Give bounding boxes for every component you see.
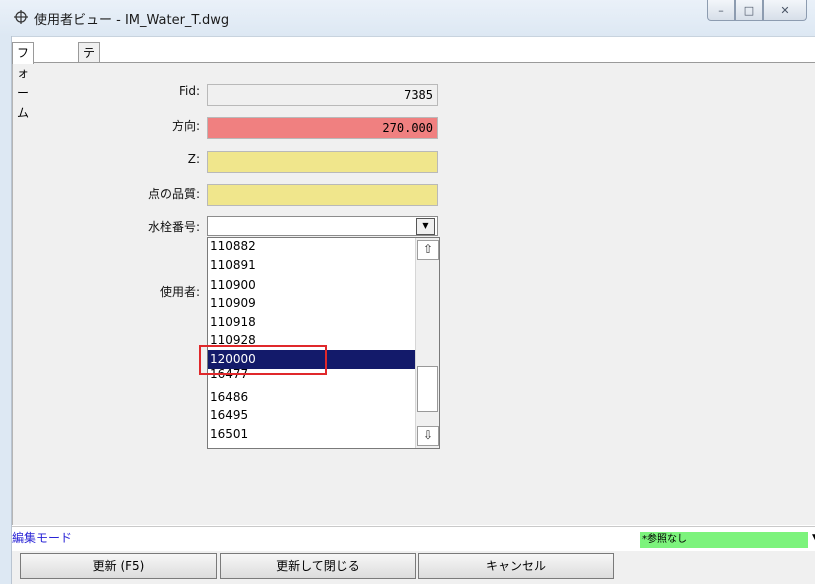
- arrow-down-icon: ⇩: [422, 428, 434, 442]
- list-item[interactable]: 16501: [208, 425, 418, 444]
- minimize-icon: –: [718, 3, 724, 17]
- cancel-button[interactable]: キャンセル: [418, 553, 614, 579]
- list-item[interactable]: 16495: [208, 406, 418, 425]
- maximize-icon: □: [743, 3, 755, 17]
- maximize-button[interactable]: □: [735, 0, 763, 21]
- hydrant-number-label: 水栓番号:: [147, 220, 200, 234]
- window-title: 使用者ビュー - IM_Water_T.dwg: [34, 13, 230, 28]
- title-bar: 使用者ビュー - IM_Water_T.dwg – □ ✕: [0, 0, 815, 37]
- direction-label: 方向:: [171, 119, 200, 133]
- list-item[interactable]: 16486: [208, 388, 418, 407]
- window-left-edge: [0, 36, 12, 584]
- z-label: Z:: [187, 152, 200, 166]
- quality-label: 点の品質:: [147, 187, 200, 201]
- scroll-up-button[interactable]: ⇧: [417, 240, 439, 260]
- arrow-up-icon: ⇧: [422, 242, 434, 256]
- list-item[interactable]: 110909: [208, 294, 418, 313]
- dropdown-toggle-button[interactable]: ▼: [416, 218, 435, 235]
- crosshair-icon: [14, 10, 28, 24]
- direction-field[interactable]: 270.000: [207, 117, 438, 139]
- point-quality-field[interactable]: [207, 184, 438, 206]
- minimize-button[interactable]: –: [707, 0, 735, 21]
- scroll-down-button[interactable]: ⇩: [417, 426, 439, 446]
- reference-status[interactable]: *参照なし: [640, 532, 808, 548]
- tab-form[interactable]: フォーム: [12, 42, 35, 120]
- fid-field[interactable]: 7385: [207, 84, 438, 106]
- list-item[interactable]: 110900: [208, 276, 418, 295]
- list-item[interactable]: 110918: [208, 313, 418, 332]
- highlight-box: [199, 345, 327, 375]
- list-item[interactable]: 110891: [208, 256, 418, 275]
- update-and-close-button[interactable]: 更新して閉じる: [220, 553, 416, 579]
- button-bar: 更新 (F5) 更新して閉じる キャンセル: [12, 551, 815, 584]
- scrollbar-thumb[interactable]: [417, 366, 438, 412]
- tab-table[interactable]: テーブル: [78, 42, 101, 120]
- scrollbar[interactable]: ⇧ ⇩: [415, 238, 439, 448]
- list-item[interactable]: 110882: [208, 238, 418, 256]
- status-bar: 編集モード *参照なし ▼: [12, 526, 815, 549]
- close-icon: ✕: [780, 3, 790, 17]
- hydrant-dropdown-list[interactable]: 110882 110891 110900 110909 110918 11092…: [207, 237, 440, 449]
- chevron-down-icon: ▼: [422, 221, 429, 230]
- update-button[interactable]: 更新 (F5): [20, 553, 217, 579]
- fid-label: Fid:: [178, 84, 200, 98]
- edit-mode-label: 編集モード: [12, 531, 73, 545]
- close-button[interactable]: ✕: [763, 0, 807, 21]
- hydrant-number-select[interactable]: ▼: [207, 216, 438, 236]
- z-field[interactable]: [207, 151, 438, 173]
- user-label: 使用者:: [159, 285, 200, 299]
